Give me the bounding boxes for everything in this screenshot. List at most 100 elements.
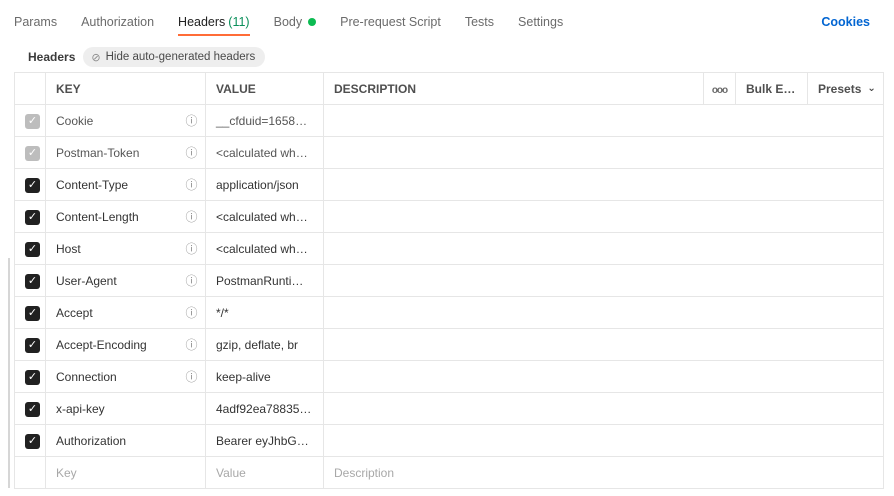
header-key-cell[interactable]: x-api-key <box>45 392 184 425</box>
eye-off-icon: ⊘ <box>91 51 101 64</box>
header-value-cell[interactable]: Bearer eyJhbGciOiJI... <box>205 424 324 457</box>
info-cell: ⓘ <box>183 296 206 329</box>
hide-auto-generated-label: Hide auto-generated headers <box>105 51 256 63</box>
header-key-cell[interactable]: Connection <box>45 360 184 393</box>
info-icon[interactable]: ⓘ <box>186 242 198 256</box>
table-row: ✓ Content-Type ⓘ application/json <box>14 168 884 201</box>
table-row: ✓ Authorization Bearer eyJhbGciOiJI... <box>14 424 884 457</box>
header-key-cell[interactable]: Accept <box>45 296 184 329</box>
request-tabs: Params Authorization Headers (11) Body Pre-re… <box>14 0 880 44</box>
value-column-header: VALUE <box>205 72 324 105</box>
tab-settings[interactable]: Settings <box>518 0 563 44</box>
left-border <box>8 258 10 488</box>
header-description-cell[interactable] <box>323 136 884 169</box>
header-description-cell[interactable] <box>323 168 884 201</box>
header-value-cell[interactable]: __cfduid=165873757... <box>205 104 324 137</box>
header-description-cell[interactable] <box>323 200 884 233</box>
header-description-cell[interactable] <box>323 232 884 265</box>
tab-label: Headers <box>178 15 226 29</box>
cookies-link[interactable]: Cookies <box>821 0 870 44</box>
row-checkbox[interactable]: ✓ <box>25 305 40 321</box>
row-checkbox[interactable]: ✓ <box>25 241 40 257</box>
header-key-cell[interactable]: Cookie <box>45 104 184 137</box>
info-icon[interactable]: ⓘ <box>186 114 198 128</box>
header-description-cell[interactable] <box>323 328 884 361</box>
header-value-cell[interactable]: <calculated when req... <box>205 232 324 265</box>
checkbox-cell: ✓ <box>14 392 46 425</box>
row-checkbox[interactable]: ✓ <box>25 273 40 289</box>
new-description-input[interactable]: Description <box>323 456 884 489</box>
row-checkbox[interactable]: ✓ <box>25 337 40 353</box>
table-row: ✓ Hostⓘ <calculated when req... <box>14 232 884 265</box>
new-value-input[interactable]: Value <box>205 456 324 489</box>
header-key-cell[interactable]: Content-Length <box>45 200 184 233</box>
table-row: ✓ Postman-Tokenⓘ <calculated when req... <box>14 136 884 169</box>
tab-pre-request-script[interactable]: Pre-request Script <box>340 0 441 44</box>
row-checkbox[interactable]: ✓ <box>25 177 40 193</box>
header-value-cell[interactable]: application/json <box>205 168 324 201</box>
row-checkbox[interactable]: ✓ <box>25 369 40 385</box>
info-icon[interactable]: ⓘ <box>186 274 198 288</box>
header-value-cell[interactable]: <calculated when req... <box>205 200 324 233</box>
header-description-cell[interactable] <box>323 264 884 297</box>
tab-authorization[interactable]: Authorization <box>81 0 154 44</box>
checkbox-cell: ✓ <box>14 232 46 265</box>
info-cell: ⓘ <box>183 360 206 393</box>
header-description-cell[interactable] <box>323 424 884 457</box>
tab-label: Settings <box>518 15 564 29</box>
info-icon[interactable]: ⓘ <box>186 210 198 224</box>
headers-label: Headers <box>28 50 76 64</box>
header-key-cell[interactable]: Content-Type <box>45 168 184 201</box>
presets-dropdown[interactable]: Presets ⌄ <box>807 72 884 105</box>
header-key-cell[interactable]: Host <box>45 232 184 265</box>
info-cell: ⓘ <box>183 264 206 297</box>
new-info-cell <box>183 456 206 489</box>
info-column-header <box>183 72 206 105</box>
info-icon[interactable]: ⓘ <box>186 370 198 384</box>
chevron-down-icon: ⌄ <box>867 83 876 94</box>
tab-body[interactable]: Body <box>274 0 317 44</box>
header-key-cell[interactable]: User-Agent <box>45 264 184 297</box>
header-key-cell[interactable]: Accept-Encoding <box>45 328 184 361</box>
checkbox-cell: ✓ <box>14 104 46 137</box>
tab-label: Authorization <box>81 15 155 29</box>
header-value-cell[interactable]: keep-alive <box>205 360 324 393</box>
info-cell: ⓘ <box>183 200 206 233</box>
tab-label: Pre-request Script <box>340 15 441 29</box>
header-description-cell[interactable] <box>323 360 884 393</box>
table-row: ✓ Content-Lengthⓘ <calculated when req... <box>14 200 884 233</box>
hide-auto-generated-toggle[interactable]: ⊘ Hide auto-generated headers <box>83 47 266 67</box>
info-icon[interactable]: ⓘ <box>186 178 198 192</box>
header-value-cell[interactable]: <calculated when req... <box>205 136 324 169</box>
table-row: ✓ Accept ⓘ */* <box>14 296 884 329</box>
header-description-cell[interactable] <box>323 296 884 329</box>
description-column-header: DESCRIPTION <box>323 72 704 105</box>
header-description-cell[interactable] <box>323 392 884 425</box>
new-key-input[interactable]: Key <box>45 456 184 489</box>
more-options-button[interactable]: ooo <box>703 72 736 105</box>
tab-headers[interactable]: Headers (11) <box>178 0 250 44</box>
checkbox-cell: ✓ <box>14 424 46 457</box>
row-checkbox: ✓ <box>25 145 40 161</box>
header-key-cell[interactable]: Postman-Token <box>45 136 184 169</box>
header-value-cell[interactable]: gzip, deflate, br <box>205 328 324 361</box>
header-value-cell[interactable]: PostmanRuntime/7.2... <box>205 264 324 297</box>
key-column-header: KEY <box>45 72 184 105</box>
bulk-edit-button[interactable]: Bulk Edit <box>735 72 808 105</box>
info-icon[interactable]: ⓘ <box>186 338 198 352</box>
header-key-cell[interactable]: Authorization <box>45 424 184 457</box>
info-icon[interactable]: ⓘ <box>186 146 198 160</box>
tab-params[interactable]: Params <box>14 0 57 44</box>
tab-tests[interactable]: Tests <box>465 0 494 44</box>
header-value-cell[interactable]: */* <box>205 296 324 329</box>
table-row: ✓ x-api-key 4adf92ea78835d0f8... <box>14 392 884 425</box>
info-icon[interactable]: ⓘ <box>186 306 198 320</box>
header-value-cell[interactable]: 4adf92ea78835d0f8... <box>205 392 324 425</box>
header-description-cell[interactable] <box>323 104 884 137</box>
checkbox-column-header <box>14 72 46 105</box>
row-checkbox[interactable]: ✓ <box>25 433 40 449</box>
headers-table: KEY VALUE DESCRIPTION ooo Bulk Edit Pres… <box>14 72 884 489</box>
tab-label: Tests <box>464 15 495 29</box>
row-checkbox[interactable]: ✓ <box>25 209 40 225</box>
row-checkbox[interactable]: ✓ <box>25 401 40 417</box>
